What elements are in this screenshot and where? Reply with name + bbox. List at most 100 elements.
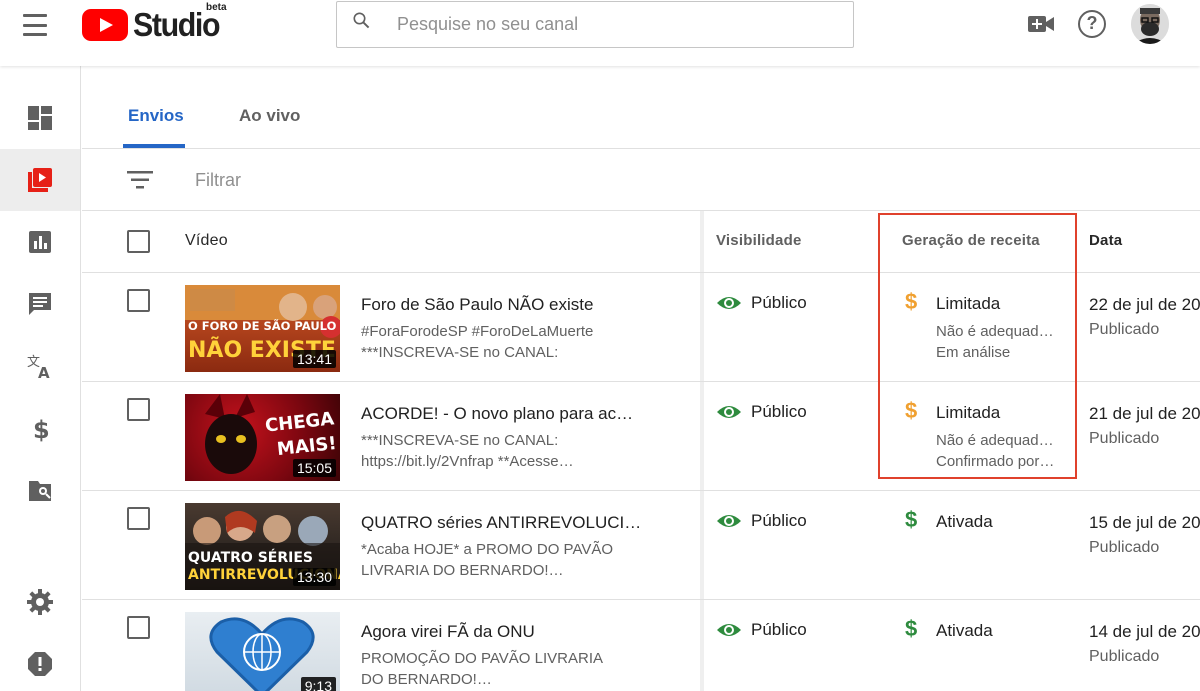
video-thumbnail[interactable]: QUATRO SÉRIES ANTIRREVOLUCIONÁRIAS 13:30 bbox=[185, 503, 340, 590]
create-video-icon[interactable] bbox=[1027, 12, 1055, 36]
revenue-status: Ativada bbox=[936, 621, 993, 640]
visibility-cell[interactable]: Público bbox=[716, 620, 807, 640]
video-duration: 15:05 bbox=[292, 459, 336, 477]
description-line: LIVRARIA DO BERNARDO!… bbox=[361, 562, 564, 579]
visibility-label: Público bbox=[751, 511, 807, 530]
video-title[interactable]: ACORDE! - O novo plano para ac… bbox=[361, 404, 633, 424]
column-video: Vídeo bbox=[185, 232, 228, 249]
publish-date: 14 de jul de 2019 bbox=[1089, 622, 1200, 641]
hamburger-menu-icon[interactable] bbox=[20, 12, 50, 38]
video-description: PROMOÇÃO DO PAVÃO LIVRARIA DO BERNARDO!… bbox=[361, 648, 603, 690]
sidebar-item-dashboard[interactable] bbox=[0, 87, 80, 149]
visibility-label: Público bbox=[751, 293, 807, 312]
video-description: #ForaForodeSP #ForoDeLaMuerte ***INSCREV… bbox=[361, 321, 593, 363]
video-library-icon bbox=[28, 168, 52, 192]
dollar-icon: $ bbox=[33, 416, 50, 442]
eye-icon bbox=[717, 624, 741, 636]
dollar-on-icon: $ bbox=[905, 507, 918, 532]
video-duration: 13:30 bbox=[292, 568, 336, 586]
visibility-cell[interactable]: Público bbox=[716, 402, 807, 422]
sidebar-item-comments[interactable] bbox=[0, 273, 80, 335]
column-date[interactable]: Data bbox=[1089, 232, 1122, 249]
help-icon[interactable]: ? bbox=[1078, 10, 1106, 38]
sidebar-item-feedback[interactable] bbox=[0, 633, 80, 691]
description-line: #ForaForodeSP #ForoDeLaMuerte bbox=[361, 323, 594, 340]
video-title[interactable]: Foro de São Paulo NÃO existe bbox=[361, 295, 593, 315]
thumbnail-caption-top: QUATRO SÉRIES bbox=[188, 550, 313, 566]
search-placeholder: Pesquise no seu canal bbox=[397, 14, 579, 34]
table-row[interactable]: 9:13 Agora virei FÃ da ONU PROMOÇÃO DO P… bbox=[82, 600, 1200, 691]
filter-bar: Filtrar bbox=[82, 149, 1200, 211]
sidebar-item-translations[interactable]: 文 A bbox=[0, 335, 80, 397]
beta-badge: beta bbox=[206, 2, 227, 13]
video-duration: 13:41 bbox=[292, 350, 336, 368]
visibility-cell[interactable]: Público bbox=[716, 511, 807, 531]
top-header: Studio beta Pesquise no seu canal ? bbox=[0, 0, 1200, 66]
eye-icon bbox=[717, 515, 741, 527]
description-line: ***INSCREVA-SE no CANAL: bbox=[361, 344, 559, 361]
visibility-cell[interactable]: Público bbox=[716, 293, 807, 313]
dashboard-icon bbox=[28, 106, 52, 130]
revenue-highlight-box bbox=[878, 213, 1077, 479]
video-description: ***INSCREVA-SE no CANAL: https://bit.ly/… bbox=[361, 430, 574, 472]
eye-icon bbox=[717, 297, 741, 309]
sidebar-item-analytics[interactable] bbox=[0, 211, 80, 273]
svg-text:$: $ bbox=[33, 416, 50, 442]
svg-text:A: A bbox=[38, 364, 50, 380]
search-icon bbox=[353, 11, 370, 28]
gear-icon bbox=[27, 589, 53, 615]
tab-live[interactable]: Ao vivo bbox=[239, 106, 300, 126]
analytics-icon bbox=[29, 231, 51, 253]
translate-icon: 文 A bbox=[27, 355, 50, 380]
video-thumbnail[interactable]: 9:13 bbox=[185, 612, 340, 691]
video-duration: 9:13 bbox=[300, 677, 336, 691]
select-all-checkbox[interactable] bbox=[127, 230, 150, 253]
row-checkbox[interactable] bbox=[127, 507, 150, 530]
visibility-label: Público bbox=[751, 620, 807, 639]
avatar[interactable] bbox=[1131, 4, 1169, 44]
search-input[interactable]: Pesquise no seu canal bbox=[336, 1, 854, 48]
publish-date: 22 de jul de 2019 bbox=[1089, 295, 1200, 314]
visibility-label: Público bbox=[751, 402, 807, 421]
video-thumbnail[interactable]: CHEGA MAIS! 15:05 bbox=[185, 394, 340, 481]
description-line: *Acaba HOJE* a PROMO DO PAVÃO bbox=[361, 541, 614, 558]
description-line: PROMOÇÃO DO PAVÃO LIVRARIA bbox=[361, 650, 603, 667]
publish-date: 15 de jul de 2019 bbox=[1089, 513, 1200, 532]
video-description: *Acaba HOJE* a PROMO DO PAVÃO LIVRARIA D… bbox=[361, 539, 613, 581]
publish-date: 21 de jul de 2019 bbox=[1089, 404, 1200, 423]
filter-input[interactable]: Filtrar bbox=[195, 170, 241, 191]
eye-icon bbox=[717, 406, 741, 418]
content-tabs: Envios Ao vivo bbox=[82, 66, 1200, 149]
dollar-on-icon: $ bbox=[905, 616, 918, 641]
sidebar-item-settings[interactable] bbox=[0, 571, 80, 633]
sidebar-item-videos[interactable] bbox=[0, 149, 80, 211]
tab-uploads[interactable]: Envios bbox=[128, 106, 184, 126]
table-row[interactable]: QUATRO SÉRIES ANTIRREVOLUCIONÁRIAS 13:30… bbox=[82, 491, 1200, 600]
description-line: DO BERNARDO!… bbox=[361, 671, 492, 688]
description-line: ***INSCREVA-SE no CANAL: bbox=[361, 432, 559, 449]
publish-status: Publicado bbox=[1089, 321, 1160, 338]
youtube-play-icon bbox=[82, 9, 128, 41]
publish-status: Publicado bbox=[1089, 539, 1160, 556]
description-line: https://bit.ly/2Vnfrap **Acesse… bbox=[361, 453, 574, 470]
sidebar: 文 A $ bbox=[0, 66, 81, 691]
studio-logo[interactable]: Studio bbox=[82, 6, 227, 43]
comments-icon bbox=[29, 293, 51, 315]
column-visibility[interactable]: Visibilidade bbox=[716, 232, 802, 249]
publish-status: Publicado bbox=[1089, 648, 1160, 665]
publish-status: Publicado bbox=[1089, 430, 1160, 447]
audio-library-icon bbox=[29, 481, 51, 501]
revenue-status: Ativada bbox=[936, 512, 993, 531]
alert-icon bbox=[28, 652, 52, 676]
sidebar-item-monetization[interactable]: $ bbox=[0, 397, 80, 459]
video-title[interactable]: QUATRO séries ANTIRREVOLUCI… bbox=[361, 513, 641, 533]
row-checkbox[interactable] bbox=[127, 398, 150, 421]
active-tab-indicator bbox=[123, 144, 185, 148]
row-checkbox[interactable] bbox=[127, 616, 150, 639]
video-title[interactable]: Agora virei FÃ da ONU bbox=[361, 622, 535, 642]
row-checkbox[interactable] bbox=[127, 289, 150, 312]
video-thumbnail[interactable]: O FORO DE SÃO PAULO NÃO EXISTE 13:41 bbox=[185, 285, 340, 372]
thumbnail-caption-top: O FORO DE SÃO PAULO bbox=[188, 319, 337, 333]
sidebar-item-audio-library[interactable] bbox=[0, 459, 80, 521]
filter-icon[interactable] bbox=[127, 171, 153, 189]
